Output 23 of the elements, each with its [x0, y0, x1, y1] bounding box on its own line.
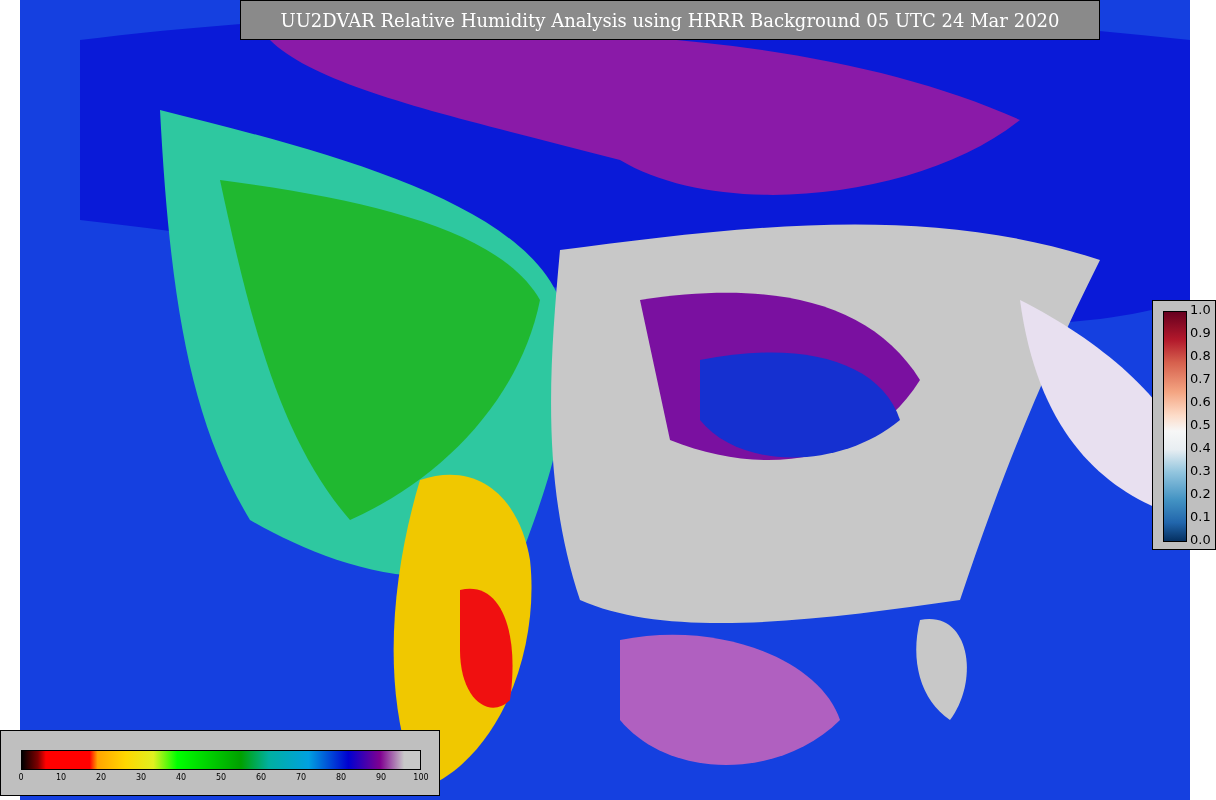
tick-label: 100 [413, 773, 429, 782]
tick-label: 0.7 [1190, 371, 1211, 387]
tick-label: 0 [18, 773, 24, 782]
tick-label: 0.6 [1190, 394, 1211, 410]
map-title: UU2DVAR Relative Humidity Analysis using HRRR Background 05 UTC 24 Mar 2020 [240, 0, 1100, 40]
tick-label: 10 [55, 773, 67, 782]
tick-label: 0.4 [1190, 440, 1211, 456]
tick-label: 0.8 [1190, 348, 1211, 364]
tick-label: 0.1 [1190, 509, 1211, 525]
tick-label: 70 [295, 773, 307, 782]
tick-label: 60 [255, 773, 267, 782]
tick-label: 0.3 [1190, 463, 1211, 479]
tick-label: 0.2 [1190, 486, 1211, 502]
tick-label: 30 [135, 773, 147, 782]
tick-label: 0.9 [1190, 325, 1211, 341]
tick-label: 0.5 [1190, 417, 1211, 433]
tick-label: 20 [95, 773, 107, 782]
tick-label: 90 [375, 773, 387, 782]
tick-label: 40 [175, 773, 187, 782]
tick-label: 0.0 [1190, 532, 1211, 548]
tick-label: 80 [335, 773, 347, 782]
tick-label: 50 [215, 773, 227, 782]
tick-label: 1.0 [1190, 302, 1211, 318]
